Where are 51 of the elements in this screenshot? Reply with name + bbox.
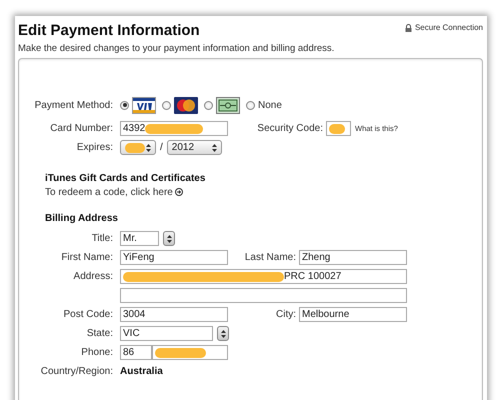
- updown-arrow-icon: [146, 144, 151, 152]
- field-label: First Name:: [60, 252, 114, 263]
- field-label: Payment Method:: [34, 100, 114, 110]
- dropdown-field[interactable]: VIC: [120, 326, 213, 341]
- field-label: City:: [275, 309, 297, 320]
- radio-button[interactable]: [246, 100, 255, 110]
- field-label: Expires:: [76, 142, 114, 153]
- section-heading: iTunes Gift Cards and Certificates: [45, 172, 206, 184]
- updown-arrow-icon: [166, 234, 172, 242]
- circled-arrow-icon: [174, 188, 183, 196]
- lock-icon: [404, 24, 412, 32]
- card-icon: [216, 96, 240, 114]
- page-title: Edit Payment Information: [18, 22, 200, 39]
- text-field[interactable]: [120, 288, 407, 303]
- dropdown-field[interactable]: Mr.: [120, 231, 159, 246]
- updown-arrow-icon: [220, 330, 226, 338]
- field-label: Address:: [72, 271, 114, 282]
- visa-card-icon: [132, 96, 156, 114]
- instructions-text: Make the desired changes to your payment information and billing address.: [18, 43, 336, 54]
- section-heading: Billing Address: [45, 212, 118, 224]
- text-field[interactable]: [326, 121, 351, 136]
- field-label: Card Number:: [49, 123, 114, 134]
- field-label: Last Name:: [244, 252, 297, 263]
- field-label: Phone:: [80, 347, 114, 358]
- dropdown-button[interactable]: [163, 231, 175, 246]
- text-field[interactable]: 4392: [120, 121, 228, 136]
- field-label: Post Code:: [62, 309, 114, 320]
- radio-button[interactable]: [204, 100, 213, 110]
- date-separator: /: [160, 142, 163, 153]
- text-field[interactable]: Zheng: [299, 250, 407, 265]
- text-field[interactable]: PRC 100027: [120, 269, 407, 284]
- field-label: Country/Region:: [40, 366, 114, 377]
- text-field[interactable]: Melbourne: [299, 307, 407, 322]
- mastercard-icon: [174, 96, 198, 114]
- text-field[interactable]: 86: [120, 345, 152, 360]
- text-field[interactable]: YiFeng: [120, 250, 228, 265]
- field-label: Title:: [90, 233, 114, 244]
- updown-arrow-icon: [212, 144, 217, 152]
- payment-option-label: None: [258, 100, 282, 110]
- dropdown[interactable]: [120, 140, 156, 155]
- radio-button[interactable]: [120, 100, 129, 110]
- dropdown-button[interactable]: [217, 326, 229, 341]
- text-field[interactable]: [152, 345, 228, 360]
- radio-button[interactable]: [162, 100, 171, 110]
- dropdown[interactable]: 2012: [166, 140, 222, 155]
- field-label: Security Code:: [256, 123, 324, 134]
- country-value: Australia: [120, 366, 163, 377]
- field-label: State:: [86, 328, 114, 339]
- secure-connection-label: Secure Connection: [414, 23, 483, 32]
- redeem-link[interactable]: To redeem a code, click here: [45, 186, 173, 198]
- text-field[interactable]: 3004: [120, 307, 228, 322]
